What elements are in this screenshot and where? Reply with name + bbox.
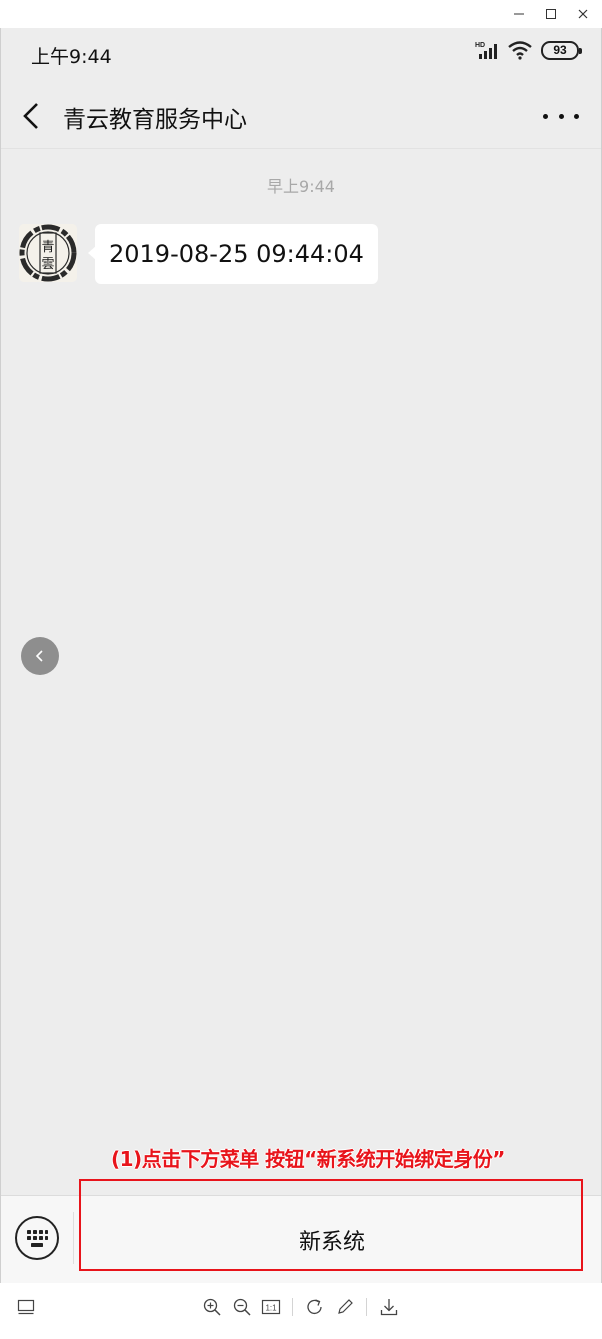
message-timestamp: 早上9:44: [267, 177, 335, 196]
svg-text:青: 青: [41, 240, 54, 255]
rotate-icon: [307, 1299, 322, 1315]
minimize-icon: [514, 13, 524, 15]
svg-text:HD: HD: [475, 42, 485, 49]
back-button[interactable]: [15, 98, 51, 134]
close-icon: [578, 9, 588, 19]
signal-icon: HD: [475, 42, 497, 59]
keyboard-icon: [27, 1230, 48, 1247]
chevron-left-icon: [35, 650, 43, 662]
nav-bar: 青云教育服务中心: [1, 84, 601, 148]
battery-indicator: 93: [541, 40, 582, 60]
maximize-button[interactable]: [534, 0, 568, 28]
status-time: 上午9:44: [31, 46, 112, 68]
status-bar: 上午9:44 HD 93: [1, 28, 601, 84]
monitor-button[interactable]: [14, 1295, 38, 1319]
more-icon: [543, 113, 548, 119]
viewer-titlebar: [0, 0, 602, 28]
edit-icon: [338, 1299, 353, 1314]
download-icon: [380, 1299, 398, 1316]
avatar[interactable]: 青 雲: [19, 224, 77, 282]
actual-size-label: 1:1: [265, 1304, 277, 1313]
phone-screen: 上午9:44 HD 93 青云教育服务中心 早上9:44 青 雲 2019-08…: [0, 28, 602, 1283]
more-icon-dot: [574, 113, 579, 119]
instruction-annotation: (1)点击下方菜单 按钮“新系统开始绑定身份”: [111, 1147, 505, 1171]
qingyun-logo-icon: 青 雲: [19, 224, 77, 282]
bottom-menu-bar: 新系统: [1, 1195, 601, 1283]
monitor-icon: [17, 1299, 35, 1315]
chat-area[interactable]: 早上9:44 青 雲 2019-08-25 09:44:04 (1)点击下方菜单…: [1, 148, 601, 1195]
message-bubble[interactable]: 2019-08-25 09:44:04: [88, 224, 378, 284]
maximize-icon: [546, 9, 556, 19]
actual-size-button[interactable]: 1:1: [259, 1295, 283, 1319]
actual-size-icon: 1:1: [261, 1299, 281, 1315]
minimize-button[interactable]: [502, 0, 536, 28]
more-icon-dot: [558, 113, 564, 119]
more-button[interactable]: [543, 102, 579, 130]
menu-divider: [73, 1212, 74, 1264]
status-icons: HD 93: [475, 40, 582, 60]
zoom-in-button[interactable]: [200, 1295, 224, 1319]
svg-text:雲: 雲: [41, 257, 54, 272]
zoom-out-icon: [233, 1298, 251, 1316]
edit-button[interactable]: [333, 1295, 357, 1319]
rotate-button[interactable]: [303, 1295, 327, 1319]
viewer-toolbar: 1:1: [0, 1283, 602, 1339]
close-button[interactable]: [566, 0, 600, 28]
chat-title: 青云教育服务中心: [63, 107, 247, 133]
back-arrow-icon: [23, 103, 38, 129]
toolbar-separator: [366, 1298, 367, 1316]
zoom-in-icon: [203, 1298, 221, 1316]
previous-image-button[interactable]: [21, 637, 59, 675]
zoom-out-button[interactable]: [230, 1295, 254, 1319]
toolbar-separator: [292, 1298, 293, 1316]
keyboard-toggle-button[interactable]: [15, 1216, 59, 1260]
wifi-icon: [508, 41, 532, 60]
download-button[interactable]: [377, 1295, 401, 1319]
new-system-menu-button[interactable]: 新系统: [81, 1196, 583, 1284]
